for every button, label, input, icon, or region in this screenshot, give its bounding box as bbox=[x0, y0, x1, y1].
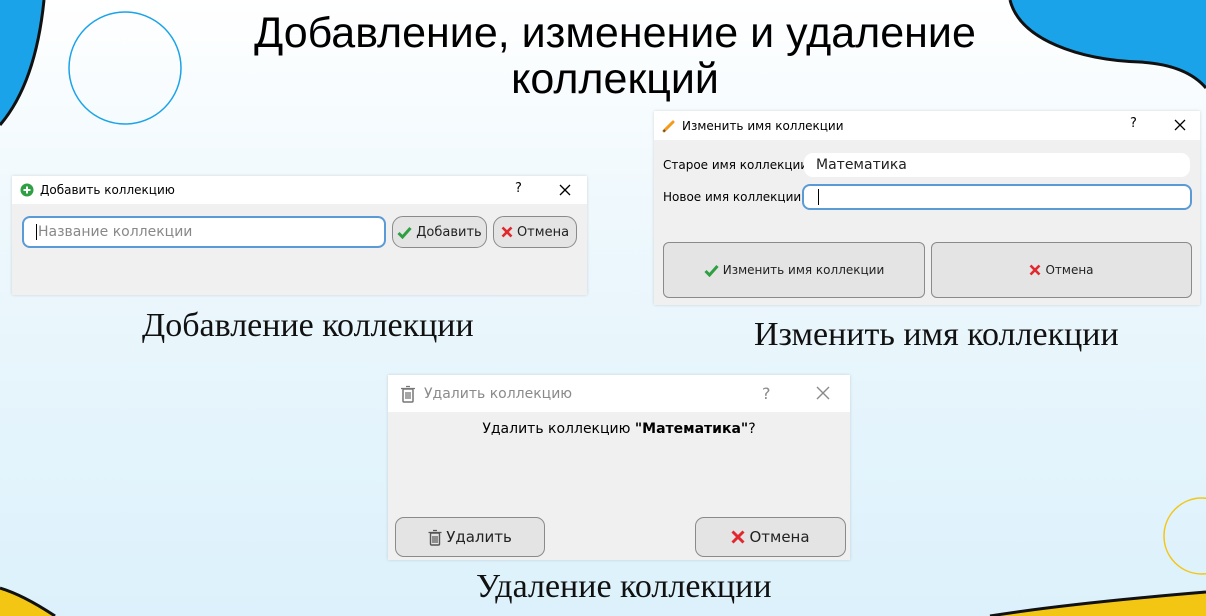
plus-circle-icon bbox=[20, 183, 34, 197]
help-button[interactable]: ? bbox=[1130, 116, 1137, 131]
decor-circle-outline bbox=[68, 11, 182, 125]
rename-confirm-button[interactable]: Изменить имя коллекции bbox=[663, 242, 925, 298]
cross-icon bbox=[1030, 264, 1041, 276]
rename-dialog-titlebar: Изменить имя коллекции ? bbox=[654, 111, 1200, 140]
help-button[interactable]: ? bbox=[762, 384, 771, 403]
check-icon bbox=[704, 264, 719, 277]
cancel-button-label: Отмена bbox=[516, 224, 570, 240]
rename-collection-caption: Изменить имя коллекции bbox=[754, 316, 1119, 353]
add-button[interactable]: Добавить bbox=[392, 216, 487, 248]
close-icon[interactable] bbox=[1174, 119, 1186, 131]
cancel-button[interactable]: Отмена bbox=[931, 242, 1192, 298]
trash-icon bbox=[401, 385, 415, 403]
collection-name-input[interactable]: Название коллекции bbox=[22, 216, 386, 248]
delete-dialog-title: Удалить коллекцию bbox=[424, 385, 573, 402]
delete-message: Удалить коллекцию "Математика"? bbox=[388, 421, 850, 437]
add-collection-dialog: Добавить коллекцию ? Название коллекции … bbox=[12, 176, 587, 295]
cancel-button[interactable]: Отмена bbox=[695, 517, 846, 557]
delete-collection-name: "Математика" bbox=[634, 421, 749, 437]
cancel-button[interactable]: Отмена bbox=[493, 216, 577, 248]
help-button[interactable]: ? bbox=[515, 181, 522, 196]
cancel-button-label: Отмена bbox=[749, 528, 810, 546]
close-icon[interactable] bbox=[559, 184, 571, 196]
new-name-input[interactable] bbox=[802, 184, 1192, 210]
close-icon[interactable] bbox=[816, 386, 830, 400]
text-caret bbox=[818, 189, 819, 205]
add-collection-caption: Добавление коллекции bbox=[142, 307, 474, 344]
decor-blob-top-left bbox=[0, 0, 46, 126]
text-caret bbox=[36, 224, 37, 240]
delete-message-prefix: Удалить коллекцию bbox=[482, 421, 635, 437]
delete-dialog-titlebar: Удалить коллекцию ? bbox=[388, 375, 850, 412]
old-name-label: Старое имя коллекции bbox=[663, 158, 809, 172]
rename-confirm-label: Изменить имя коллекции bbox=[722, 263, 885, 277]
old-name-field: Математика bbox=[804, 153, 1190, 177]
cancel-button-label: Отмена bbox=[1045, 263, 1094, 277]
slide-title: Добавление, изменение и удаление коллекц… bbox=[254, 9, 976, 103]
collection-name-placeholder: Название коллекции bbox=[38, 224, 193, 240]
add-button-label: Добавить bbox=[416, 224, 482, 240]
decor-circle-yellow bbox=[1163, 497, 1206, 575]
old-name-value: Математика bbox=[816, 157, 907, 173]
delete-button[interactable]: Удалить bbox=[395, 517, 545, 557]
delete-message-suffix: ? bbox=[748, 421, 756, 437]
delete-collection-dialog: Удалить коллекцию ? Удалить коллекцию "М… bbox=[388, 375, 850, 560]
delete-collection-caption: Удаление коллекции bbox=[476, 568, 772, 605]
trash-icon bbox=[428, 529, 442, 546]
delete-button-label: Удалить bbox=[446, 528, 512, 546]
add-dialog-title: Добавить коллекцию bbox=[40, 183, 175, 197]
cross-icon bbox=[501, 226, 513, 238]
add-dialog-titlebar: Добавить коллекцию ? bbox=[12, 176, 587, 204]
new-name-label: Новое имя коллекции bbox=[663, 190, 802, 204]
decor-blob-bottom-left bbox=[0, 586, 56, 616]
cross-icon bbox=[731, 530, 746, 544]
rename-collection-dialog: Изменить имя коллекции ? Старое имя колл… bbox=[654, 111, 1200, 305]
rename-dialog-title: Изменить имя коллекции bbox=[682, 118, 844, 133]
pencil-icon bbox=[662, 120, 675, 132]
decor-blob-bottom-right bbox=[989, 590, 1206, 616]
decor-blob-top-right bbox=[1008, 0, 1206, 89]
check-icon bbox=[397, 226, 412, 239]
